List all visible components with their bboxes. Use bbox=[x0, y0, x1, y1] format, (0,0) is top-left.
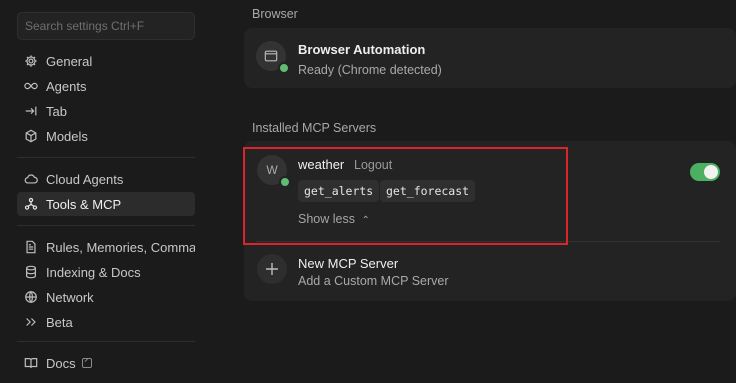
sidebar-item-label: Cloud Agents bbox=[46, 171, 124, 187]
new-mcp-server-title[interactable]: New MCP Server bbox=[298, 256, 398, 271]
document-icon bbox=[23, 239, 39, 255]
settings-sidebar: Search settings Ctrl+F General Agents Ta… bbox=[0, 0, 212, 383]
search-input[interactable]: Search settings Ctrl+F bbox=[17, 12, 195, 40]
logout-link[interactable]: Logout bbox=[354, 158, 392, 172]
sidebar-item-label: Agents bbox=[46, 78, 87, 94]
gear-icon bbox=[23, 53, 39, 69]
sidebar-item-label: Models bbox=[46, 128, 88, 144]
sidebar-item-cloud-agents[interactable]: Cloud Agents bbox=[17, 167, 195, 191]
server-status-dot bbox=[279, 176, 291, 188]
globe-icon bbox=[23, 289, 39, 305]
sidebar-item-label: General bbox=[46, 53, 93, 69]
sidebar-item-label: Rules, Memories, Comma... bbox=[46, 239, 195, 255]
sidebar-item-models[interactable]: Models bbox=[17, 124, 195, 148]
search-placeholder: Search settings Ctrl+F bbox=[25, 19, 145, 33]
tool-chip[interactable]: get_forecast bbox=[380, 180, 476, 202]
sidebar-item-label: Indexing & Docs bbox=[46, 264, 141, 280]
sidebar-item-indexing[interactable]: Indexing & Docs bbox=[17, 260, 195, 284]
sidebar-item-agents[interactable]: Agents bbox=[17, 74, 195, 98]
sidebar-item-docs[interactable]: Docs bbox=[17, 351, 195, 375]
arrow-right-bar-icon bbox=[23, 103, 39, 119]
cloud-icon bbox=[23, 171, 39, 187]
sidebar-item-general[interactable]: General bbox=[17, 49, 195, 73]
new-mcp-server-subtitle: Add a Custom MCP Server bbox=[298, 274, 449, 288]
sidebar-item-beta[interactable]: Beta bbox=[17, 310, 195, 334]
sidebar-item-network[interactable]: Network bbox=[17, 285, 195, 309]
cube-icon bbox=[23, 128, 39, 144]
sidebar-item-tab[interactable]: Tab bbox=[17, 99, 195, 123]
sidebar-item-label: Tab bbox=[46, 103, 67, 119]
sidebar-item-label: Tools & MCP bbox=[46, 196, 122, 212]
browser-automation-title: Browser Automation bbox=[298, 42, 426, 57]
show-less-button[interactable]: Show less ⌃ bbox=[298, 212, 370, 226]
browser-status: Ready (Chrome detected) bbox=[298, 63, 442, 77]
server-avatar-letter: W bbox=[266, 163, 278, 177]
card-divider bbox=[256, 241, 720, 242]
sidebar-item-rules[interactable]: Rules, Memories, Comma... bbox=[17, 235, 195, 259]
sidebar-item-label: Beta bbox=[46, 314, 73, 330]
status-dot bbox=[278, 62, 290, 74]
mcp-section-label: Installed MCP Servers bbox=[252, 121, 377, 135]
plus-icon bbox=[266, 263, 278, 275]
sidebar-divider bbox=[17, 225, 195, 226]
chevrons-right-icon bbox=[23, 314, 39, 330]
browser-automation-card: Browser Automation Ready (Chrome detecte… bbox=[244, 28, 736, 88]
sidebar-item-label: Docs bbox=[46, 355, 76, 371]
sidebar-item-label: Network bbox=[46, 289, 94, 305]
sidebar-item-tools-mcp[interactable]: Tools & MCP bbox=[17, 192, 195, 216]
toggle-knob bbox=[704, 165, 718, 179]
browser-section-label: Browser bbox=[252, 7, 298, 21]
server-name: weather bbox=[298, 157, 345, 172]
tools-icon bbox=[23, 196, 39, 212]
sidebar-divider bbox=[17, 157, 195, 158]
book-icon bbox=[23, 355, 39, 371]
database-icon bbox=[23, 264, 39, 280]
show-less-label: Show less bbox=[298, 212, 355, 226]
chevron-up-down-icon: ⌃ bbox=[361, 215, 370, 226]
sidebar-divider bbox=[17, 341, 195, 342]
server-enabled-toggle[interactable] bbox=[690, 163, 720, 181]
tool-chip[interactable]: get_alerts bbox=[298, 180, 380, 202]
external-link-icon bbox=[81, 358, 92, 368]
new-server-add-button[interactable] bbox=[257, 254, 287, 284]
infinity-icon bbox=[23, 78, 39, 94]
